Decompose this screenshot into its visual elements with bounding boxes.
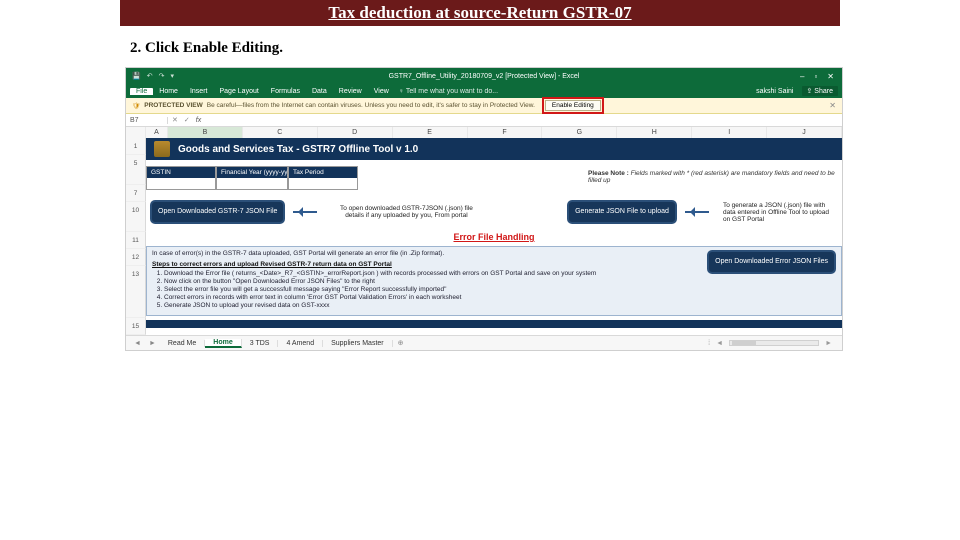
mandatory-note: Please Note : Fields marked with * (red …	[582, 166, 842, 190]
enter-icon[interactable]: ✓	[184, 116, 190, 124]
sheet-tab-3tds[interactable]: 3 TDS	[242, 340, 279, 347]
slide-title: Tax deduction at source-Return GSTR-07	[120, 0, 840, 26]
open-error-json-button[interactable]: Open Downloaded Error JSON Files	[707, 250, 836, 274]
sheet-tab-home[interactable]: Home	[205, 339, 241, 348]
steps-title: Steps to correct errors and upload Revis…	[152, 261, 701, 268]
ribbon-tab-home[interactable]: Home	[153, 88, 184, 95]
share-button[interactable]: ⇪ Share	[802, 86, 839, 96]
column-headers: A B C D E F G H I J	[126, 127, 842, 138]
sheet-tab-readme[interactable]: Read Me	[160, 340, 205, 347]
sheet-content: Goods and Services Tax - GSTR7 Offline T…	[146, 138, 842, 335]
ribbon-tab-pagelayout[interactable]: Page Layout	[213, 88, 264, 95]
step-3: Select the error file you will get a suc…	[164, 286, 701, 293]
tool-banner: Goods and Services Tax - GSTR7 Offline T…	[146, 138, 842, 160]
protected-label: PROTECTED VIEW	[144, 102, 203, 109]
row-5[interactable]: 5	[126, 155, 146, 185]
ribbon-tab-view[interactable]: View	[368, 88, 395, 95]
step-4: Correct errors in records with error tex…	[164, 294, 701, 301]
cancel-icon[interactable]: ✕	[172, 116, 178, 124]
col-b[interactable]: B	[168, 127, 243, 138]
select-all-cell[interactable]	[126, 127, 146, 138]
error-heading: Error File Handling	[146, 232, 842, 242]
protected-view-bar: 🛡 PROTECTED VIEW Be careful—files from t…	[126, 98, 842, 114]
col-f[interactable]: F	[468, 127, 543, 138]
ribbon-tabs: File Home Insert Page Layout Formulas Da…	[126, 84, 842, 98]
row-15[interactable]: 15	[126, 318, 146, 335]
fx-icon[interactable]: fx	[196, 117, 201, 124]
scroll-left-icon[interactable]: ◄	[716, 340, 723, 347]
instruction-text: 2. Click Enable Editing.	[130, 40, 960, 57]
qat-more-icon[interactable]: ▾	[170, 72, 174, 80]
step-5: Generate JSON to upload your revised dat…	[164, 302, 701, 309]
open-json-button[interactable]: Open Downloaded GSTR-7 JSON File	[150, 200, 285, 224]
ribbon-tab-file[interactable]: File	[130, 88, 153, 95]
generate-json-button[interactable]: Generate JSON File to upload	[567, 200, 677, 224]
ribbon-tab-review[interactable]: Review	[333, 88, 368, 95]
footer-stripe	[146, 320, 842, 328]
gstin-field[interactable]: GSTIN	[146, 166, 216, 190]
tool-title: Goods and Services Tax - GSTR7 Offline T…	[178, 144, 418, 155]
col-h[interactable]: H	[617, 127, 692, 138]
horizontal-scrollbar[interactable]	[729, 340, 819, 346]
ribbon-tab-data[interactable]: Data	[306, 88, 333, 95]
col-c[interactable]: C	[243, 127, 318, 138]
qat-undo-icon[interactable]: ↶	[147, 72, 153, 80]
qat-save-icon[interactable]: 💾	[132, 72, 141, 80]
row-7[interactable]: 7	[126, 185, 146, 202]
open-json-description: To open downloaded GSTR-7JSON (.json) fi…	[331, 205, 481, 219]
sheet-nav-next-icon[interactable]: ►	[145, 340, 160, 347]
row-headers: 1 5 7 10 11 12 13 15	[126, 138, 146, 335]
tax-period-field[interactable]: Tax Period	[288, 166, 358, 190]
window-close-icon[interactable]: ✕	[827, 72, 834, 81]
sheet-tab-suppliers[interactable]: Suppliers Master	[323, 340, 393, 347]
sheet-nav-prev-icon[interactable]: ◄	[130, 340, 145, 347]
ribbon-tab-formulas[interactable]: Formulas	[265, 88, 306, 95]
excel-window: 💾 ↶ ↷ ▾ GSTR7_Offline_Utility_20180709_v…	[125, 67, 843, 351]
tell-me-search[interactable]: ♀ Tell me what you want to do...	[399, 88, 498, 95]
steps-list: Download the Error file ( returns_<Date>…	[164, 270, 701, 309]
gstin-label: GSTIN	[147, 167, 215, 178]
row-1[interactable]: 1	[126, 138, 146, 155]
error-panel: In case of error(s) in the GSTR-7 data u…	[146, 246, 842, 316]
row-12[interactable]: 12	[126, 249, 146, 266]
scroll-sep-icon: ⁞	[708, 340, 710, 347]
col-a[interactable]: A	[146, 127, 168, 138]
protected-message: Be careful—files from the Internet can c…	[207, 102, 535, 109]
scroll-right-icon[interactable]: ►	[825, 340, 832, 347]
error-intro: In case of error(s) in the GSTR-7 data u…	[152, 250, 701, 257]
shield-icon: 🛡	[132, 102, 140, 110]
tp-label: Tax Period	[289, 167, 357, 178]
step-1: Download the Error file ( returns_<Date>…	[164, 270, 701, 277]
col-i[interactable]: I	[692, 127, 767, 138]
arrow-left2-icon	[685, 208, 715, 216]
col-g[interactable]: G	[542, 127, 617, 138]
sheet-tab-bar: ◄ ► Read Me Home 3 TDS 4 Amend Suppliers…	[126, 335, 842, 350]
qat-redo-icon[interactable]: ↷	[159, 72, 165, 80]
step-2: Now click on the button "Open Downloaded…	[164, 278, 701, 285]
generate-json-description: To generate a JSON (.json) file with dat…	[723, 202, 838, 223]
row-13[interactable]: 13	[126, 266, 146, 318]
row-10[interactable]: 10	[126, 202, 146, 232]
enable-editing-button[interactable]: Enable Editing	[545, 100, 601, 111]
col-e[interactable]: E	[393, 127, 468, 138]
row-11[interactable]: 11	[126, 232, 146, 249]
col-d[interactable]: D	[318, 127, 393, 138]
window-max-icon[interactable]: ▫	[814, 72, 817, 81]
financial-year-field[interactable]: Financial Year (yyyy-yy)	[216, 166, 288, 190]
excel-titlebar: 💾 ↶ ↷ ▾ GSTR7_Offline_Utility_20180709_v…	[126, 68, 842, 84]
formula-bar: B7 ✕ ✓ fx	[126, 114, 842, 127]
ribbon-tab-insert[interactable]: Insert	[184, 88, 214, 95]
window-title: GSTR7_Offline_Utility_20180709_v2 [Prote…	[126, 73, 842, 80]
window-min-icon[interactable]: –	[800, 72, 804, 81]
protected-close-icon[interactable]: ✕	[829, 101, 836, 110]
arrow-left-icon	[293, 208, 323, 216]
fy-label: Financial Year (yyyy-yy)	[217, 167, 287, 178]
emblem-icon	[154, 141, 170, 157]
add-sheet-icon[interactable]: ⊕	[393, 339, 409, 347]
user-name: sakshi Saini	[756, 88, 793, 95]
col-j[interactable]: J	[767, 127, 842, 138]
sheet-tab-4amend[interactable]: 4 Amend	[278, 340, 323, 347]
name-box[interactable]: B7	[126, 117, 168, 124]
